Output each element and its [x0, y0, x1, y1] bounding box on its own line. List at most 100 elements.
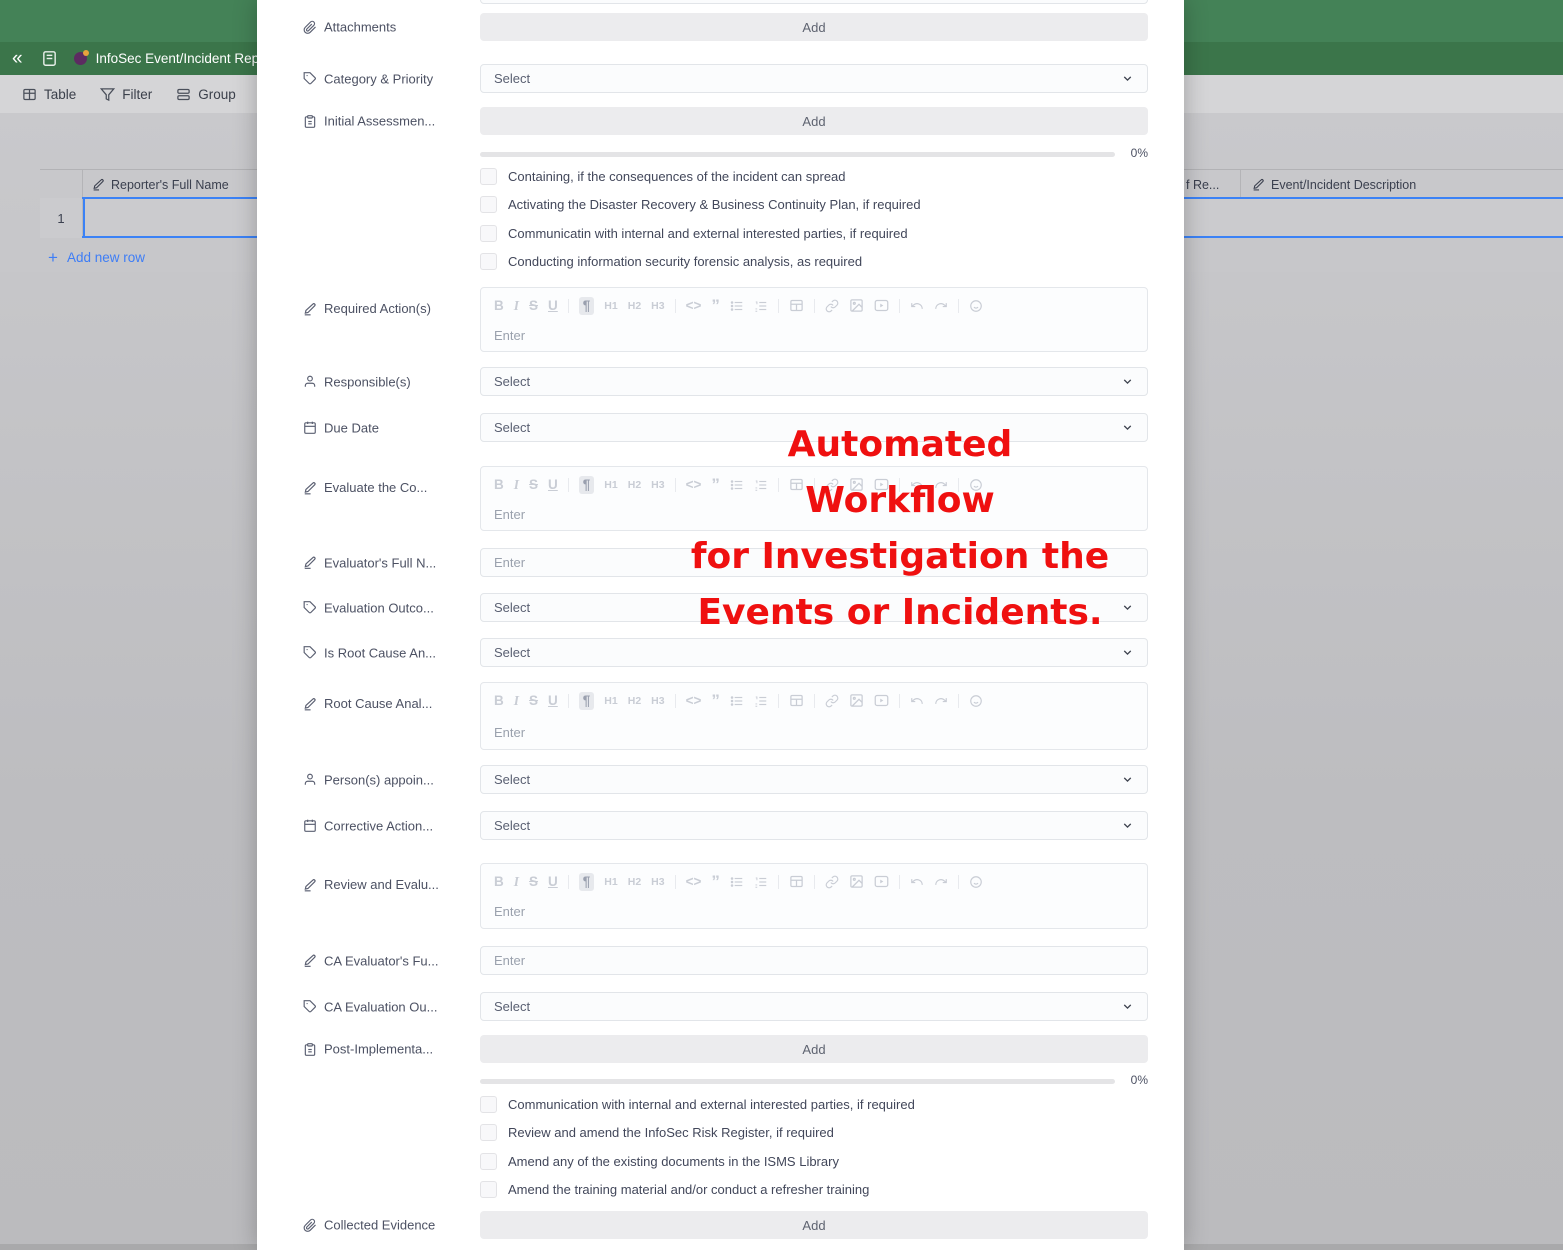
responsibles-select[interactable]: Select	[480, 367, 1148, 396]
evaluation-outcome-select[interactable]: Select	[480, 593, 1148, 622]
persons-appointed-select[interactable]: Select	[480, 765, 1148, 794]
code-button[interactable]: <>	[686, 875, 702, 889]
underline-button[interactable]: U	[548, 694, 558, 708]
italic-button[interactable]: I	[514, 478, 519, 492]
bold-button[interactable]: B	[494, 299, 504, 313]
checkbox[interactable]	[480, 1124, 497, 1141]
heading2-button[interactable]: H2	[628, 877, 641, 888]
image-button[interactable]	[849, 693, 864, 708]
redo-button[interactable]	[934, 875, 948, 889]
initial-assessment-add-button[interactable]: Add	[480, 107, 1148, 135]
emoji-button[interactable]	[969, 478, 983, 492]
is-root-cause-select[interactable]: Select	[480, 638, 1148, 667]
emoji-button[interactable]	[969, 875, 983, 889]
bold-button[interactable]: B	[494, 875, 504, 889]
heading2-button[interactable]: H2	[628, 301, 641, 312]
checkbox[interactable]	[480, 1181, 497, 1198]
undo-button[interactable]	[910, 694, 924, 708]
undo-button[interactable]	[910, 299, 924, 313]
base-icon[interactable]	[41, 50, 58, 67]
undo-button[interactable]	[910, 478, 924, 492]
collected-evidence-add-button[interactable]: Add	[480, 1211, 1148, 1239]
column-header-truncated[interactable]: f Re...	[1186, 170, 1219, 199]
evaluator-name-input[interactable]	[480, 548, 1148, 577]
heading1-button[interactable]: H1	[604, 480, 617, 491]
heading3-button[interactable]: H3	[651, 301, 664, 312]
video-button[interactable]	[874, 298, 889, 313]
checkbox[interactable]	[480, 168, 497, 185]
category-priority-select[interactable]: Select	[480, 64, 1148, 93]
column-header-reporter[interactable]: Reporter's Full Name	[92, 170, 229, 199]
checkbox[interactable]	[480, 225, 497, 242]
emoji-button[interactable]	[969, 694, 983, 708]
cutoff-field[interactable]	[480, 0, 1148, 4]
underline-button[interactable]: U	[548, 299, 558, 313]
image-button[interactable]	[849, 298, 864, 313]
heading3-button[interactable]: H3	[651, 877, 664, 888]
heading1-button[interactable]: H1	[604, 877, 617, 888]
blockquote-button[interactable]: ”	[711, 692, 720, 709]
strikethrough-button[interactable]: S	[529, 478, 538, 492]
evaluate-editor[interactable]: B I S U ¶ H1 H2 H3 <> ” Enter	[480, 466, 1148, 531]
underline-button[interactable]: U	[548, 478, 558, 492]
undo-button[interactable]	[910, 875, 924, 889]
heading3-button[interactable]: H3	[651, 696, 664, 707]
video-button[interactable]	[874, 693, 889, 708]
table-button[interactable]	[789, 693, 804, 708]
bullet-list-button[interactable]	[730, 875, 744, 889]
blockquote-button[interactable]: ”	[711, 873, 720, 890]
ordered-list-button[interactable]	[754, 478, 768, 492]
image-button[interactable]	[849, 477, 864, 492]
italic-button[interactable]: I	[514, 694, 519, 708]
post-implementation-add-button[interactable]: Add	[480, 1035, 1148, 1063]
table-button[interactable]	[789, 874, 804, 889]
underline-button[interactable]: U	[548, 875, 558, 889]
bullet-list-button[interactable]	[730, 478, 744, 492]
italic-button[interactable]: I	[514, 299, 519, 313]
table-button[interactable]	[789, 477, 804, 492]
strikethrough-button[interactable]: S	[529, 694, 538, 708]
add-new-row-button[interactable]: + Add new row	[48, 245, 145, 269]
paragraph-button[interactable]: ¶	[579, 476, 595, 494]
paragraph-button[interactable]: ¶	[579, 873, 595, 891]
checkbox[interactable]	[480, 196, 497, 213]
blockquote-button[interactable]: ”	[711, 476, 720, 493]
toolbar-group-button[interactable]: Group	[176, 87, 236, 102]
ordered-list-button[interactable]	[754, 694, 768, 708]
emoji-button[interactable]	[969, 299, 983, 313]
video-button[interactable]	[874, 477, 889, 492]
root-cause-editor[interactable]: B I S U ¶ H1 H2 H3 <> ” Enter	[480, 682, 1148, 750]
ca-evaluator-name-input[interactable]	[480, 946, 1148, 975]
image-button[interactable]	[849, 874, 864, 889]
strikethrough-button[interactable]: S	[529, 299, 538, 313]
column-header-description[interactable]: Event/Incident Description	[1252, 170, 1416, 199]
checkbox[interactable]	[480, 253, 497, 270]
paragraph-button[interactable]: ¶	[579, 692, 595, 710]
checkbox[interactable]	[480, 1096, 497, 1113]
paragraph-button[interactable]: ¶	[579, 297, 595, 315]
italic-button[interactable]: I	[514, 875, 519, 889]
heading1-button[interactable]: H1	[604, 696, 617, 707]
link-button[interactable]	[825, 694, 839, 708]
required-actions-editor[interactable]: B I S U ¶ H1 H2 H3 <> ” Enter	[480, 287, 1148, 352]
ca-evaluation-outcome-select[interactable]: Select	[480, 992, 1148, 1021]
heading2-button[interactable]: H2	[628, 696, 641, 707]
code-button[interactable]: <>	[686, 694, 702, 708]
code-button[interactable]: <>	[686, 478, 702, 492]
strikethrough-button[interactable]: S	[529, 875, 538, 889]
link-button[interactable]	[825, 875, 839, 889]
review-evaluation-editor[interactable]: B I S U ¶ H1 H2 H3 <> ” Enter	[480, 863, 1148, 929]
collapse-sidebar-button[interactable]: «	[12, 49, 23, 68]
bullet-list-button[interactable]	[730, 694, 744, 708]
ordered-list-button[interactable]	[754, 299, 768, 313]
code-button[interactable]: <>	[686, 299, 702, 313]
bullet-list-button[interactable]	[730, 299, 744, 313]
ordered-list-button[interactable]	[754, 875, 768, 889]
attachments-add-button[interactable]: Add	[480, 13, 1148, 41]
table-button[interactable]	[789, 298, 804, 313]
heading1-button[interactable]: H1	[604, 301, 617, 312]
checkbox[interactable]	[480, 1153, 497, 1170]
due-date-select[interactable]: Select	[480, 413, 1148, 442]
heading2-button[interactable]: H2	[628, 480, 641, 491]
redo-button[interactable]	[934, 694, 948, 708]
